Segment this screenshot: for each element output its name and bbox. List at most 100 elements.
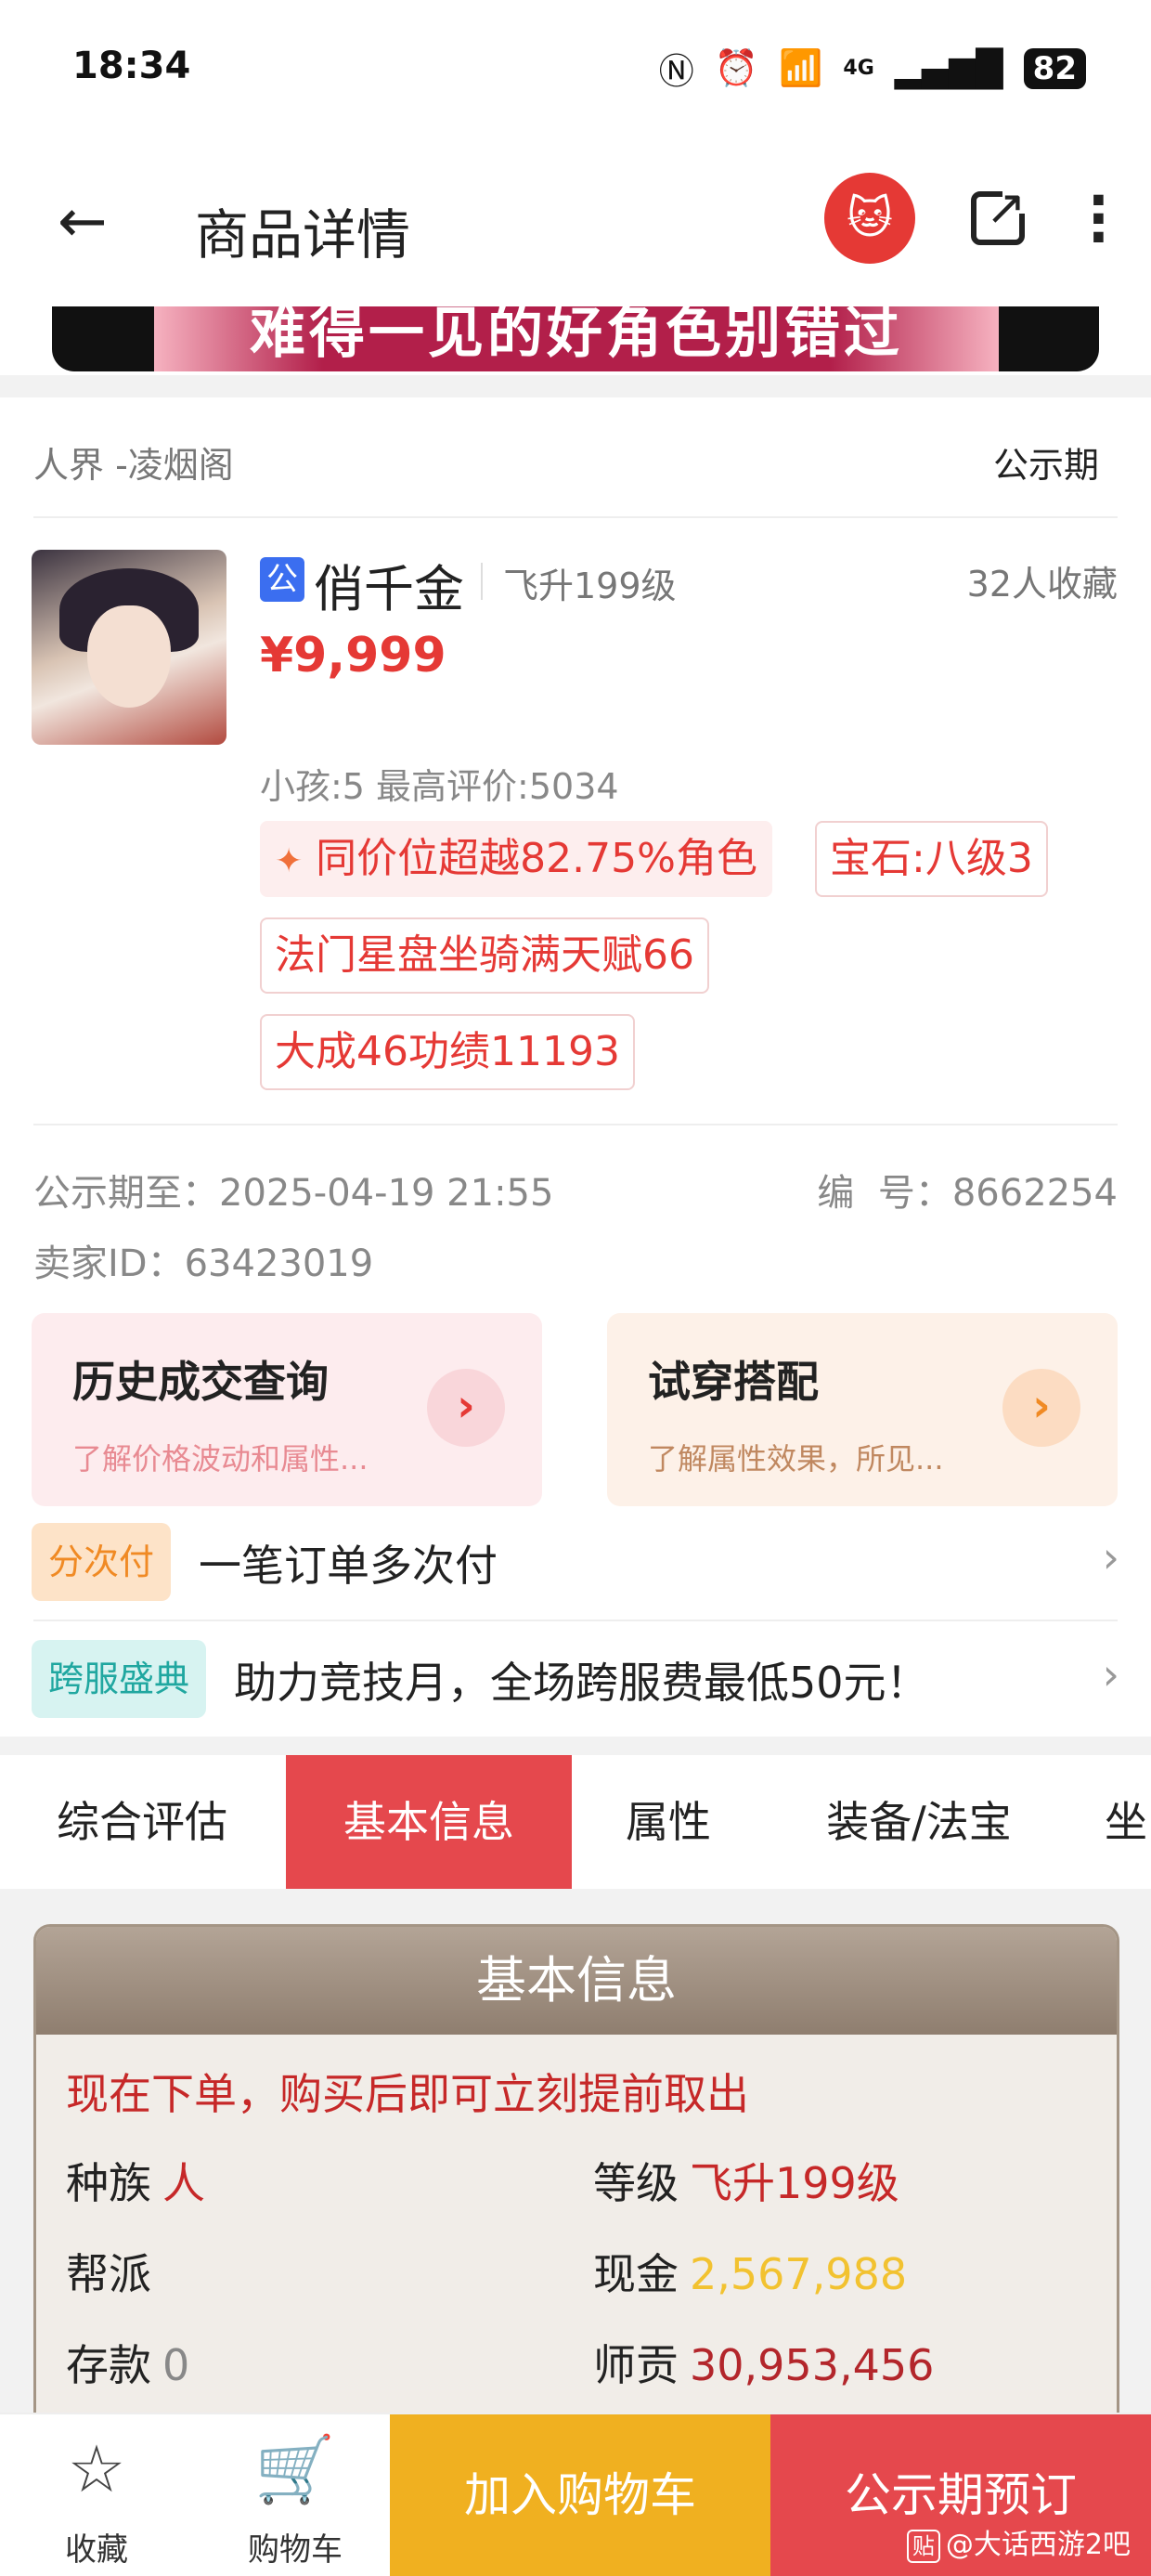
field-label: 帮派 (66, 2249, 151, 2299)
guild-field: 帮派 (66, 2241, 162, 2302)
divider (33, 516, 1118, 518)
tab-basic-info[interactable]: 基本信息 (286, 1755, 572, 1889)
panel-title: 基本信息 (36, 1927, 1117, 2035)
field-label: 师贡 (593, 2340, 679, 2390)
more-options-icon[interactable]: · · · (1088, 173, 1109, 266)
share-arrow-icon: ↗ (986, 180, 1027, 236)
chevron-right-icon: › (1102, 1532, 1119, 1582)
card-title: 历史成交查询 (72, 1357, 329, 1407)
tab-mount[interactable]: 坐 (1105, 1755, 1151, 1889)
promo-banner[interactable]: 难得一见的好角色别错过 (52, 306, 1099, 371)
promo-badge: 分次付 (32, 1523, 172, 1601)
mentor-contribution-field: 师贡 30,953,456 (593, 2332, 934, 2393)
chevron-right-icon[interactable]: › (1002, 1369, 1080, 1447)
star-icon[interactable]: ☆ (32, 2431, 162, 2507)
installment-promo[interactable]: 分次付 一笔订单多次付 › (32, 1514, 1119, 1616)
serial-label: 编 号： (817, 1172, 952, 1215)
tab-overall-evaluation[interactable]: 综合评估 (19, 1755, 265, 1889)
serial-value: 8662254 (951, 1172, 1118, 1215)
favorite-label[interactable]: 收藏 (32, 2524, 162, 2569)
character-portrait[interactable] (32, 550, 226, 745)
seller-label: 卖家ID： (33, 1242, 185, 1285)
clock: 18:34 (72, 45, 191, 87)
tag-gems: 宝石:八级3 (815, 821, 1048, 897)
page-title: 商品详情 (195, 203, 411, 267)
tag-merit: 大成46功绩11193 (260, 1014, 635, 1090)
watermark-text: @大话西游2吧 (945, 2529, 1131, 2561)
deposit-field: 存款 0 (66, 2332, 189, 2393)
character-level: 飞升199级 (503, 566, 677, 606)
tab-attributes[interactable]: 属性 (594, 1755, 743, 1889)
serial-number: 编 号：8662254 (817, 1163, 1118, 1216)
app-header: ← 商品详情 🐱 ↗ · · · (0, 139, 1151, 306)
tab-equipment[interactable]: 装备/法宝 (789, 1755, 1049, 1889)
tieba-icon: 贴 (906, 2530, 940, 2563)
cart-icon[interactable]: 🛒 (230, 2431, 360, 2508)
card-subtitle: 了解价格波动和属性... (72, 1441, 369, 1477)
divider (481, 563, 483, 600)
cross-server-promo[interactable]: 跨服盛典 助力竞技月，全场跨服费最低50元！ › (32, 1631, 1119, 1733)
field-value: 人 (162, 2158, 205, 2208)
divider (0, 375, 1151, 397)
battery-indicator: 82 (1023, 47, 1086, 89)
network-label: 4G (843, 57, 874, 80)
bottom-action-bar: ☆ 收藏 🛒 购物车 加入购物车 公示期预订 贴 @大话西游2吧 (0, 2413, 1151, 2576)
promo-badge: 跨服盛典 (32, 1640, 207, 1718)
field-label: 种族 (66, 2158, 151, 2208)
divider (0, 1737, 1151, 1755)
field-label: 等级 (593, 2158, 679, 2208)
field-value: 0 (162, 2340, 190, 2390)
add-to-cart-button[interactable]: 加入购物车 (390, 2414, 770, 2576)
card-subtitle: 了解属性效果，所见... (648, 1441, 944, 1477)
user-avatar[interactable]: 🐱 (824, 173, 915, 264)
divider (33, 1124, 1118, 1125)
banner-text: 难得一见的好角色别错过 (154, 306, 999, 371)
chevron-right-icon: › (1102, 1649, 1119, 1699)
alarm-icon: ⏰ (714, 47, 759, 88)
basic-info-panel: 基本信息 现在下单，购买后即可立刻提前取出 种族人 等级 飞升199级 帮派 现金… (33, 1924, 1119, 2444)
nfc-icon: Ⓝ (658, 51, 694, 92)
wifi-icon: 📶 (779, 47, 823, 88)
listing-status: 公示期 (992, 445, 1099, 486)
watermark: 贴 @大话西游2吧 (906, 2521, 1131, 2563)
level-field: 等级 飞升199级 (593, 2150, 899, 2211)
public-badge: 公 (260, 557, 304, 602)
price: ¥9,999 (260, 628, 446, 683)
tag-price-rank: ✦ 同价位超越82.75%角色 (260, 821, 772, 897)
field-value: 30,953,456 (690, 2340, 935, 2390)
status-bar: 18:34 Ⓝ ⏰ 📶 4G ▂▄▆█ 82 (0, 0, 1151, 139)
field-label: 现金 (593, 2249, 679, 2299)
public-period-end: 公示期至：2025-04-19 21:55 (33, 1163, 553, 1216)
public-period-value: 2025-04-19 21:55 (219, 1172, 554, 1215)
race-field: 种族人 (66, 2150, 205, 2211)
sparkle-icon: ✦ (275, 842, 304, 880)
field-label: 存款 (66, 2340, 151, 2390)
cart-label[interactable]: 购物车 (230, 2524, 360, 2569)
chevron-right-icon[interactable]: › (427, 1369, 505, 1447)
tag-talent: 法门星盘坐骑满天赋66 (260, 917, 709, 994)
character-summary: 小孩:5 最高评价:5034 (260, 766, 619, 807)
signal-icon: ▂▄▆█ (894, 47, 1003, 89)
field-value: 2,567,988 (690, 2249, 908, 2299)
field-value: 飞升199级 (690, 2158, 899, 2208)
detail-tabs: 综合评估 基本信息 属性 装备/法宝 坐 (0, 1755, 1151, 1889)
tag-label: 同价位超越82.75%角色 (316, 835, 757, 882)
reserve-label: 公示期预订 (845, 2468, 1077, 2522)
seller-id: 卖家ID：63423019 (33, 1233, 373, 1287)
divider (33, 1620, 1118, 1621)
promo-text: 助力竞技月，全场跨服费最低50元！ (234, 1658, 929, 1708)
card-title: 试穿搭配 (648, 1357, 819, 1407)
favorite-count: 32人收藏 (966, 564, 1118, 605)
panel-note: 现在下单，购买后即可立刻提前取出 (66, 2069, 749, 2119)
status-icons: Ⓝ ⏰ 📶 4G ▂▄▆█ 82 (659, 43, 1086, 94)
seller-value: 63423019 (184, 1242, 374, 1285)
history-trades-card[interactable]: 历史成交查询 了解价格波动和属性... › (32, 1313, 542, 1506)
try-on-card[interactable]: 试穿搭配 了解属性效果，所见... › (607, 1313, 1118, 1506)
character-name: 俏千金 (314, 560, 464, 618)
promo-text: 一笔订单多次付 (199, 1541, 498, 1591)
back-arrow-icon[interactable]: ← (58, 188, 108, 256)
public-period-label: 公示期至： (33, 1172, 219, 1215)
portrait-face (87, 605, 171, 708)
server-name: 人界 -凌烟阁 (33, 445, 234, 486)
cash-field: 现金 2,567,988 (593, 2241, 907, 2302)
